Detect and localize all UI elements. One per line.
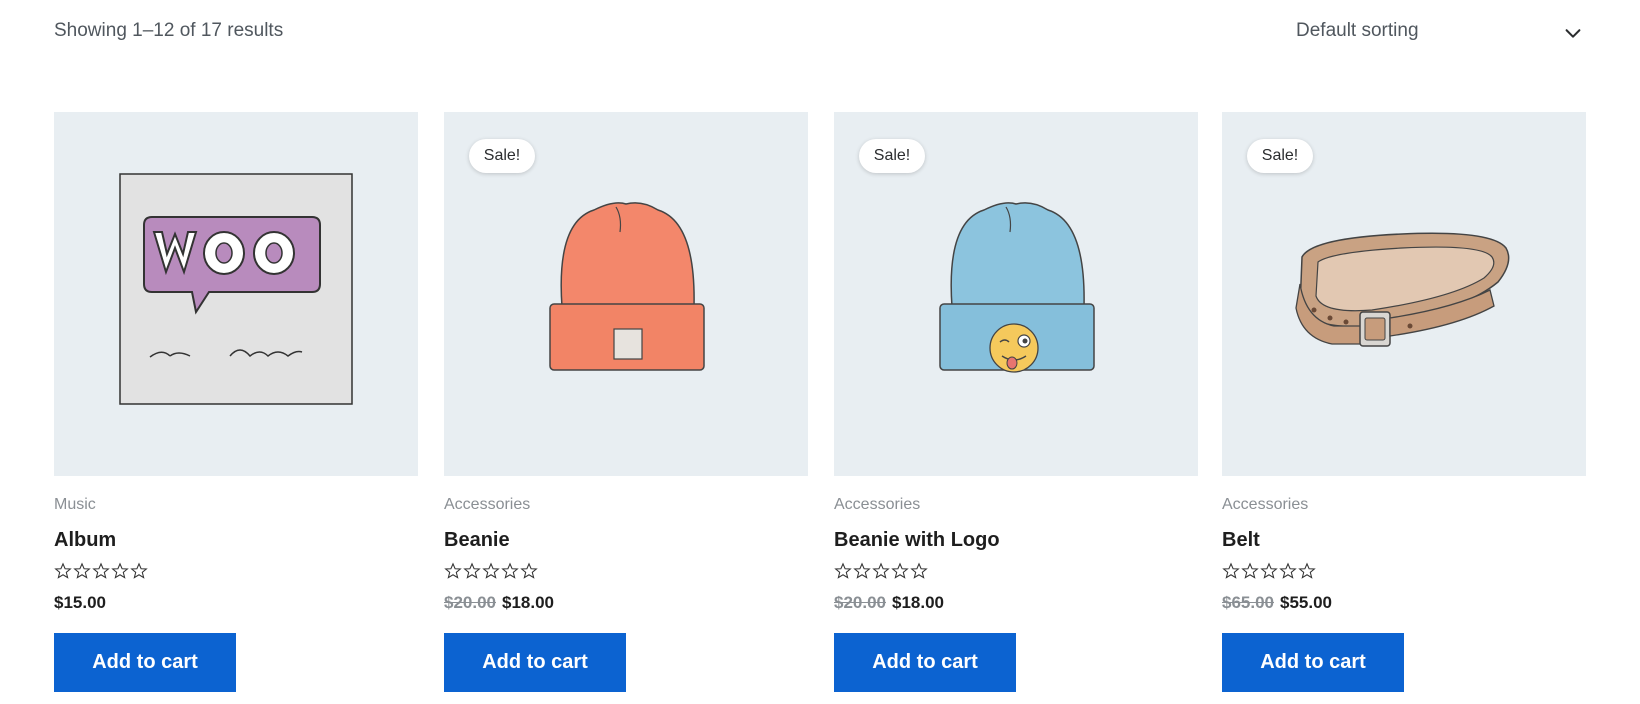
product-title[interactable]: Belt [1222, 529, 1260, 552]
regular-price: $65.00 [1222, 593, 1274, 612]
star-rating [834, 562, 928, 582]
star-empty-icon [92, 562, 110, 579]
product-title[interactable]: Beanie with Logo [834, 529, 1000, 552]
star-empty-icon [520, 562, 538, 579]
product-price: $20.00 $18.00 [444, 593, 554, 613]
product-card: Sale! Accessories Belt $65.00 $55.00 Add … [1222, 112, 1586, 704]
result-count: Showing 1–12 of 17 results [54, 20, 284, 41]
product-category: Accessories [1222, 496, 1309, 513]
add-to-cart-button[interactable]: Add to cart [1222, 633, 1404, 692]
product-card: Music Album $15.00 Add to cart [54, 112, 418, 704]
product-price: $65.00 $55.00 [1222, 593, 1332, 613]
regular-price: $20.00 [834, 593, 886, 612]
product-title[interactable]: Album [54, 529, 116, 552]
star-empty-icon [834, 562, 852, 579]
chevron-down-icon [1565, 29, 1581, 38]
product-image-link[interactable]: Sale! [1222, 112, 1586, 476]
star-rating [54, 562, 148, 582]
product-card: Sale! Accessories Beanie $20.00 $18.00 Ad… [444, 112, 808, 704]
star-empty-icon [111, 562, 129, 579]
sale-badge: Sale! [859, 139, 925, 173]
current-price: $18.00 [892, 593, 944, 612]
product-grid: Music Album $15.00 Add to cart Sale! Acc… [54, 112, 1586, 704]
product-price: $15.00 [54, 593, 106, 613]
sorting-select[interactable]: Default sorting [1296, 12, 1586, 52]
star-empty-icon [444, 562, 462, 579]
star-empty-icon [1260, 562, 1278, 579]
current-price: $15.00 [54, 593, 106, 612]
add-to-cart-button[interactable]: Add to cart [54, 633, 236, 692]
star-empty-icon [54, 562, 72, 579]
star-empty-icon [463, 562, 481, 579]
star-empty-icon [1298, 562, 1316, 579]
product-image-link[interactable] [54, 112, 418, 476]
product-image-link[interactable]: Sale! [834, 112, 1198, 476]
sale-badge: Sale! [1247, 139, 1313, 173]
star-empty-icon [501, 562, 519, 579]
product-price: $20.00 $18.00 [834, 593, 944, 613]
star-empty-icon [872, 562, 890, 579]
current-price: $18.00 [502, 593, 554, 612]
current-price: $55.00 [1280, 593, 1332, 612]
star-empty-icon [910, 562, 928, 579]
star-empty-icon [1222, 562, 1240, 579]
sorting-selected-label: Default sorting [1296, 20, 1419, 41]
product-title[interactable]: Beanie [444, 529, 510, 552]
star-empty-icon [891, 562, 909, 579]
star-empty-icon [130, 562, 148, 579]
star-empty-icon [73, 562, 91, 579]
star-empty-icon [1241, 562, 1259, 579]
product-category: Accessories [444, 496, 531, 513]
product-image-link[interactable]: Sale! [444, 112, 808, 476]
product-card: Sale! Accessories Beanie with Logo $20.0… [834, 112, 1198, 704]
shop-toolbar: Showing 1–12 of 17 results Default sorti… [54, 0, 1586, 66]
star-rating [444, 562, 538, 582]
star-empty-icon [482, 562, 500, 579]
regular-price: $20.00 [444, 593, 496, 612]
product-category: Accessories [834, 496, 921, 513]
sale-badge: Sale! [469, 139, 535, 173]
woo-album-image [119, 173, 353, 405]
star-empty-icon [1279, 562, 1297, 579]
product-category: Music [54, 496, 96, 513]
add-to-cart-button[interactable]: Add to cart [444, 633, 626, 692]
star-rating [1222, 562, 1316, 582]
add-to-cart-button[interactable]: Add to cart [834, 633, 1016, 692]
star-empty-icon [853, 562, 871, 579]
